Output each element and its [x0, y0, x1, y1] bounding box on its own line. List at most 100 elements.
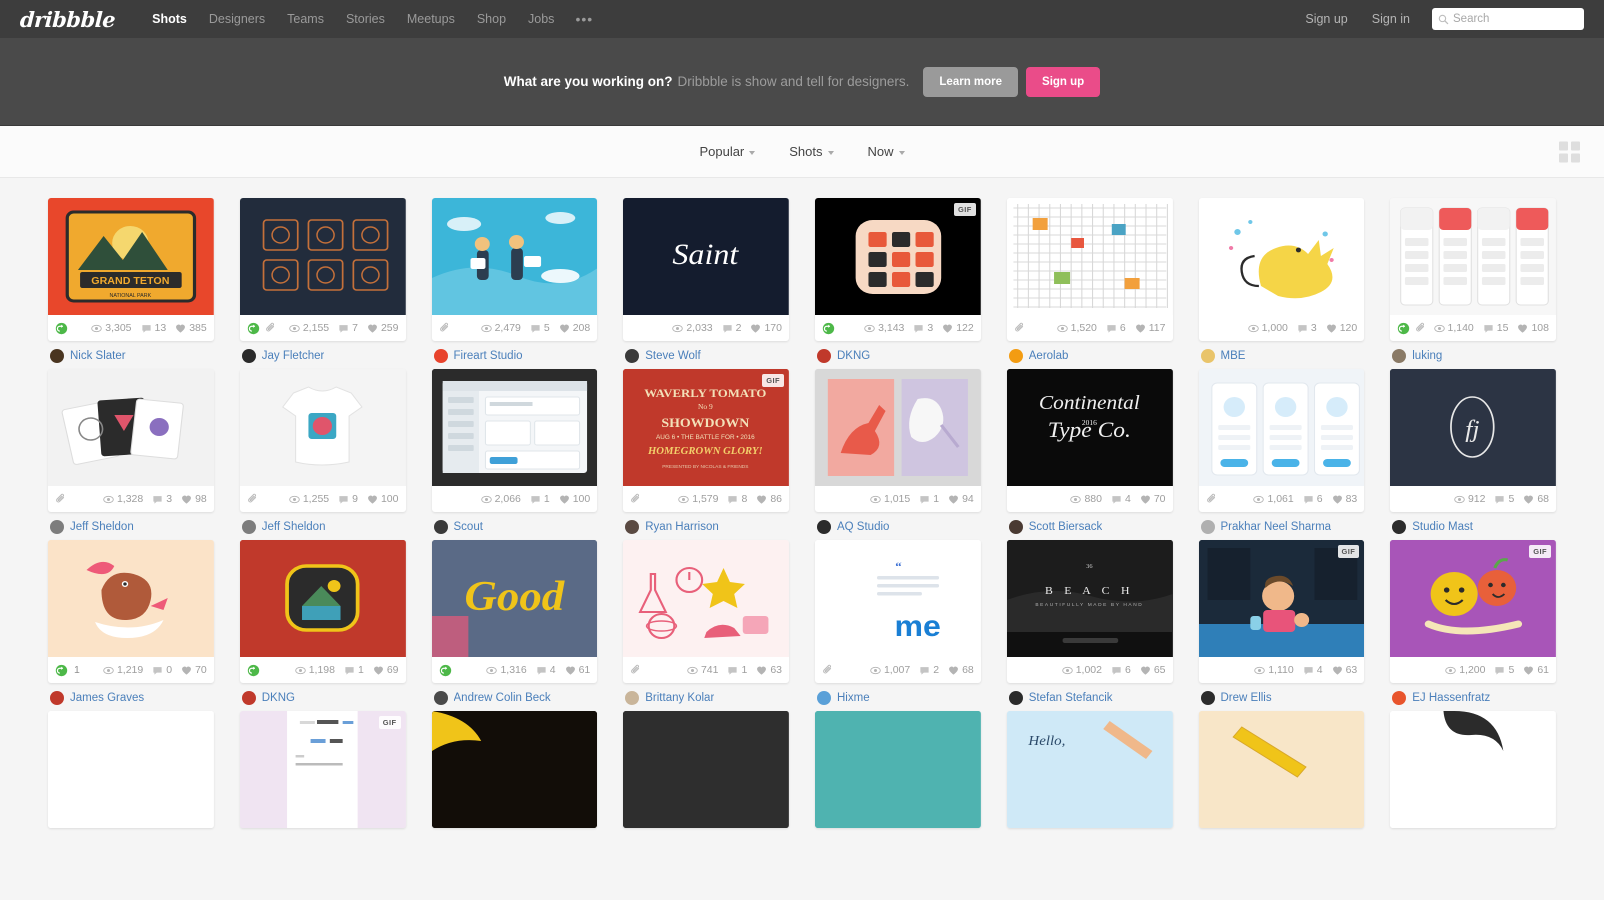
shot-author[interactable]: Fireart Studio: [432, 341, 598, 363]
nav-link-teams[interactable]: Teams: [276, 8, 335, 30]
rebound-icon[interactable]: [1397, 322, 1410, 335]
author-name[interactable]: AQ Studio: [837, 521, 889, 533]
shot-card[interactable]: [1390, 711, 1556, 828]
shot-thumbnail[interactable]: GRAND TETON NATIONAL PARK: [48, 198, 214, 315]
shot-author[interactable]: Stefan Stefancik: [1007, 683, 1173, 705]
shot-author[interactable]: Drew Ellis: [1199, 683, 1365, 705]
shot-author[interactable]: Scout: [432, 512, 598, 534]
avatar[interactable]: [50, 691, 64, 705]
author-name[interactable]: Steve Wolf: [645, 350, 700, 362]
attachment-icon[interactable]: [1206, 493, 1218, 505]
avatar[interactable]: [241, 520, 256, 534]
shot-card[interactable]: 2,155 7 259: [239, 198, 406, 341]
shot-author[interactable]: MBE: [1199, 341, 1365, 363]
shot-author[interactable]: DKNG: [815, 341, 981, 363]
shot-card[interactable]: 1,328 3 98: [48, 369, 214, 512]
shot-card[interactable]: fj 912 5 68: [1390, 369, 1556, 512]
avatar[interactable]: [433, 691, 448, 705]
rebound-icon[interactable]: [55, 322, 68, 335]
author-name[interactable]: Drew Ellis: [1221, 692, 1272, 704]
shot-thumbnail[interactable]: [1198, 369, 1365, 486]
shot-card[interactable]: [623, 711, 789, 828]
shot-thumbnail[interactable]: [623, 711, 789, 828]
shot-thumbnail[interactable]: [1390, 711, 1556, 828]
shot-card[interactable]: “ me 1,007 2 68: [815, 540, 981, 683]
author-name[interactable]: Jeff Sheldon: [262, 521, 326, 533]
attachment-icon[interactable]: [439, 322, 451, 334]
attachment-icon[interactable]: [822, 664, 834, 676]
shot-thumbnail[interactable]: B E A C H BEAUTIFULLY MADE BY HAND 36: [1006, 540, 1173, 657]
shot-author[interactable]: Brittany Kolar: [623, 683, 789, 705]
shot-card[interactable]: 1,015 1 94: [815, 369, 981, 512]
shot-card[interactable]: [431, 711, 598, 828]
author-name[interactable]: Jay Fletcher: [262, 350, 325, 362]
shot-card[interactable]: GIF: [239, 711, 406, 828]
avatar[interactable]: [1392, 520, 1407, 534]
shot-card[interactable]: 1 1,219 0 70: [48, 540, 214, 683]
author-name[interactable]: Hixme: [837, 692, 870, 704]
shot-card[interactable]: WAVERLY TOMATO No 9 SHOWDOWN AUG 6 • THE…: [623, 369, 789, 512]
rebound-icon[interactable]: [247, 664, 260, 677]
shot-thumbnail[interactable]: [48, 540, 214, 657]
avatar[interactable]: [817, 349, 831, 363]
avatar[interactable]: [1200, 520, 1215, 534]
shot-card[interactable]: 1,140 15 108: [1390, 198, 1556, 341]
shot-author[interactable]: Ryan Harrison: [623, 512, 789, 534]
avatar[interactable]: [625, 520, 640, 534]
shot-thumbnail[interactable]: [239, 198, 406, 315]
nav-link-stories[interactable]: Stories: [335, 8, 396, 30]
shot-thumbnail[interactable]: [239, 369, 406, 486]
shot-thumbnail[interactable]: [1198, 711, 1365, 828]
shot-author[interactable]: Prakhar Neel Sharma: [1199, 512, 1365, 534]
learn-more-button[interactable]: Learn more: [923, 66, 1019, 97]
avatar[interactable]: [50, 349, 64, 363]
grid-view-toggle-icon[interactable]: [1559, 141, 1580, 162]
nav-link-designers[interactable]: Designers: [198, 8, 276, 30]
shot-thumbnail[interactable]: fj: [1390, 369, 1556, 486]
shot-author[interactable]: Jay Fletcher: [240, 341, 406, 363]
shot-card[interactable]: GIF 1,110 4 63: [1198, 540, 1365, 683]
shot-card[interactable]: Good 1,316 4 61: [431, 540, 598, 683]
avatar[interactable]: [433, 349, 448, 363]
avatar[interactable]: [433, 520, 448, 534]
author-name[interactable]: luking: [1412, 350, 1442, 362]
shot-card[interactable]: 1,520 6 117: [1006, 198, 1173, 341]
shot-thumbnail[interactable]: [239, 540, 406, 657]
shot-thumbnail[interactable]: [1198, 198, 1365, 315]
shot-thumbnail[interactable]: [48, 369, 214, 486]
author-name[interactable]: DKNG: [837, 350, 870, 362]
author-name[interactable]: James Graves: [70, 692, 144, 704]
shot-thumbnail[interactable]: [815, 369, 981, 486]
sign-in-link[interactable]: Sign in: [1360, 8, 1422, 30]
nav-link-jobs[interactable]: Jobs: [517, 8, 565, 30]
promo-sign-up-button[interactable]: Sign up: [1026, 66, 1101, 97]
shot-card[interactable]: 1,255 9 100: [239, 369, 406, 512]
author-name[interactable]: Prakhar Neel Sharma: [1221, 521, 1332, 533]
shot-thumbnail[interactable]: GIF: [1198, 540, 1365, 657]
shot-card[interactable]: 2,066 1 100: [431, 369, 598, 512]
avatar[interactable]: [1008, 349, 1023, 363]
avatar[interactable]: [625, 691, 640, 705]
attachment-icon[interactable]: [1014, 322, 1026, 334]
shot-author[interactable]: Steve Wolf: [623, 341, 789, 363]
nav-link-shop[interactable]: Shop: [466, 8, 517, 30]
shot-author[interactable]: AQ Studio: [815, 512, 981, 534]
author-name[interactable]: Stefan Stefancik: [1029, 692, 1113, 704]
shot-author[interactable]: EJ Hassenfratz: [1390, 683, 1556, 705]
avatar[interactable]: [1008, 520, 1023, 534]
shot-card[interactable]: Saint 2,033 2 170: [623, 198, 789, 341]
shot-card[interactable]: GIF 3,143 3 122: [815, 198, 981, 341]
shot-thumbnail[interactable]: [48, 711, 214, 828]
author-name[interactable]: EJ Hassenfratz: [1412, 692, 1490, 704]
shot-thumbnail[interactable]: Good: [431, 540, 598, 657]
shot-card[interactable]: Hello,: [1006, 711, 1173, 828]
rebound-icon[interactable]: [822, 322, 835, 335]
shot-thumbnail[interactable]: GIF: [815, 198, 981, 315]
author-name[interactable]: Scott Biersack: [1029, 521, 1103, 533]
shot-card[interactable]: 1,198 1 69: [239, 540, 406, 683]
avatar[interactable]: [1392, 349, 1407, 363]
shot-thumbnail[interactable]: WAVERLY TOMATO No 9 SHOWDOWN AUG 6 • THE…: [623, 369, 789, 486]
shot-thumbnail[interactable]: Hello,: [1006, 711, 1173, 828]
avatar[interactable]: [1200, 691, 1215, 705]
shot-card[interactable]: 1,000 3 120: [1198, 198, 1365, 341]
